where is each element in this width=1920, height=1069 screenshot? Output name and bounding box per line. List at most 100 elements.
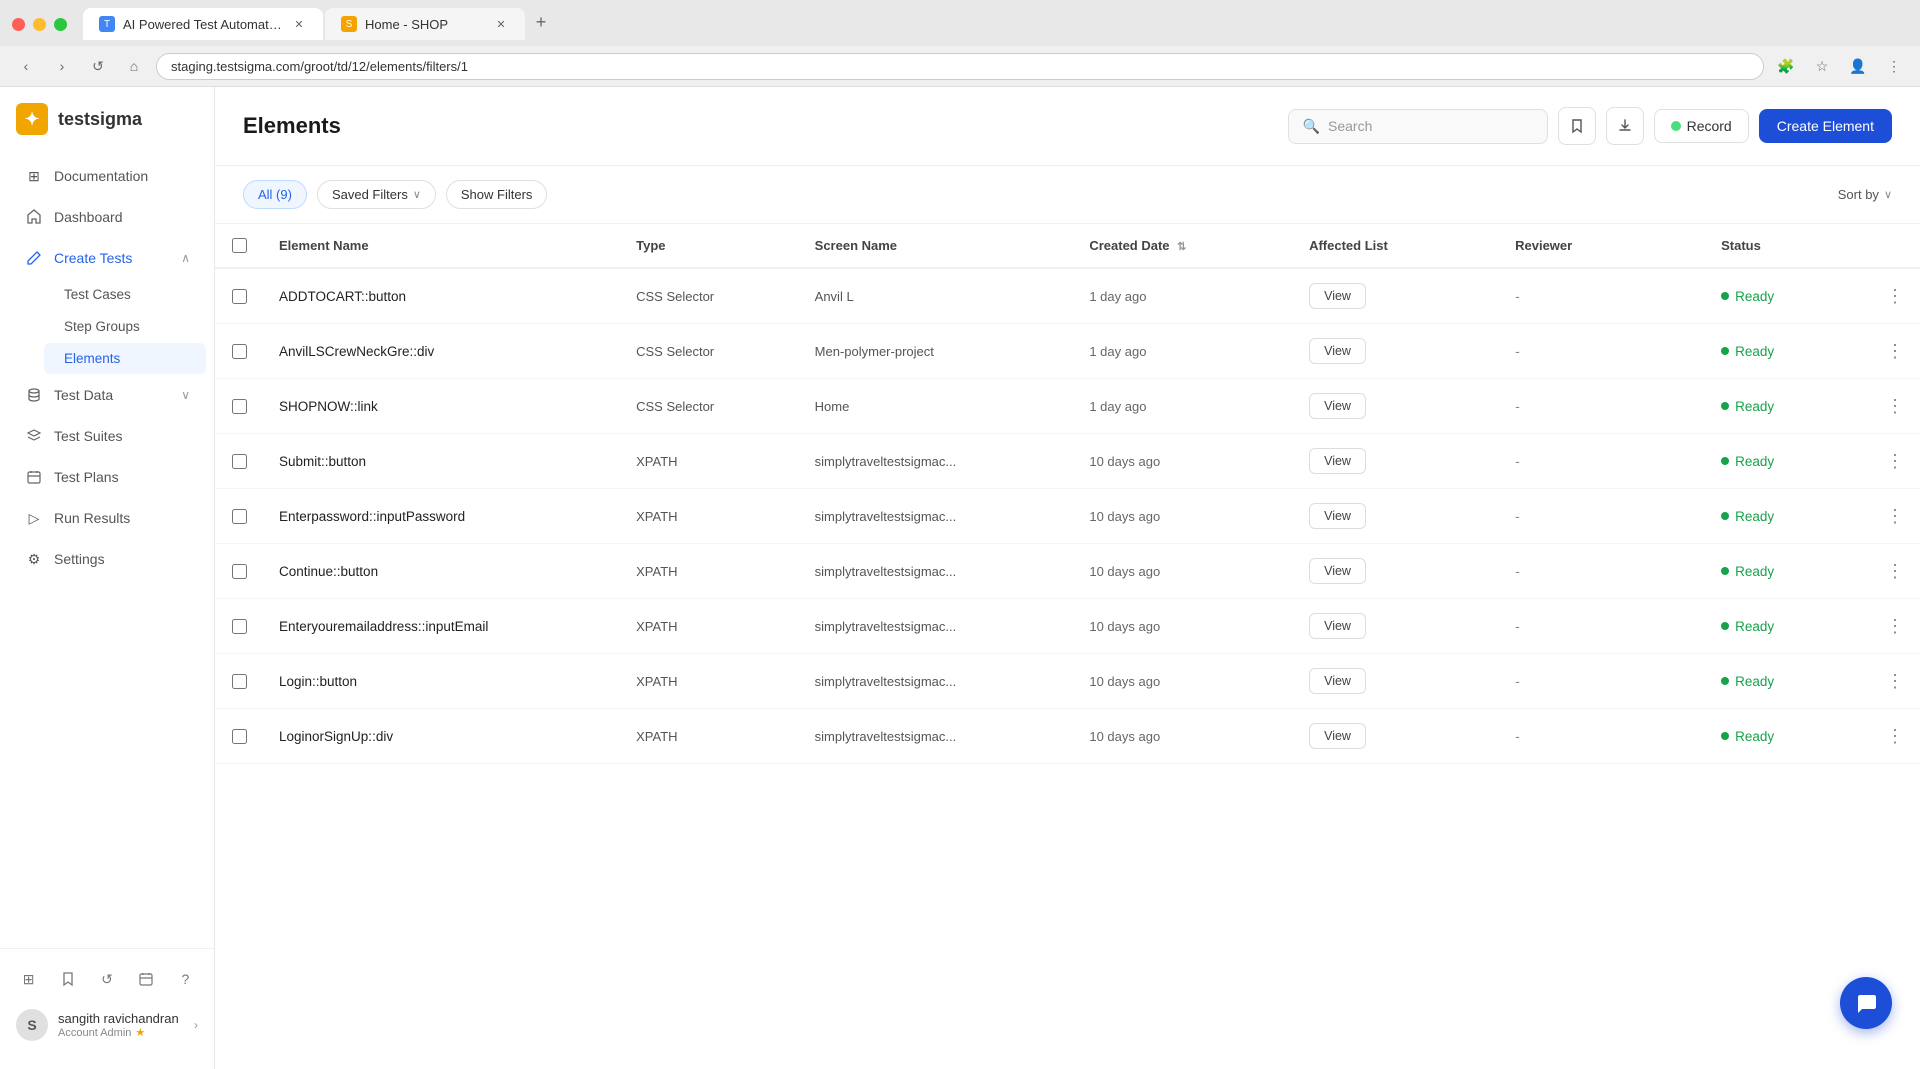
chat-fab-button[interactable] — [1840, 977, 1892, 1029]
sidebar-item-run-results[interactable]: ▷ Run Results — [8, 498, 206, 538]
row-checkbox-cell — [215, 324, 263, 379]
view-affected-button[interactable]: View — [1309, 668, 1366, 694]
row-checkbox-2[interactable] — [232, 399, 247, 414]
extensions-button[interactable]: 🧩 — [1772, 52, 1800, 80]
create-element-button[interactable]: Create Element — [1759, 109, 1892, 143]
row-element-name: LoginorSignUp::div — [263, 709, 620, 764]
reload-button[interactable]: ↺ — [84, 52, 112, 80]
row-type: XPATH — [620, 654, 799, 709]
refresh-footer-icon[interactable]: ↺ — [94, 965, 119, 993]
elements-table: Element Name Type Screen Name Created Da… — [215, 224, 1920, 764]
bookmark-button[interactable]: ☆ — [1808, 52, 1836, 80]
address-bar[interactable]: staging.testsigma.com/groot/td/12/elemen… — [156, 53, 1764, 80]
row-type: CSS Selector — [620, 268, 799, 324]
bookmark-header-button[interactable] — [1558, 107, 1596, 145]
row-screen: simplytraveltestsigmac... — [799, 434, 1074, 489]
row-checkbox-6[interactable] — [232, 619, 247, 634]
row-checkbox-1[interactable] — [232, 344, 247, 359]
sidebar-item-test-data[interactable]: Test Data ∨ — [8, 375, 206, 415]
row-checkbox-3[interactable] — [232, 454, 247, 469]
row-more-button[interactable]: ⋮ — [1886, 451, 1904, 472]
sort-by[interactable]: Sort by ∨ — [1838, 187, 1892, 202]
table-row: Enterpassword::inputPassword XPATH simpl… — [215, 489, 1920, 544]
select-all-checkbox[interactable] — [232, 238, 247, 253]
row-more-button[interactable]: ⋮ — [1886, 396, 1904, 417]
tab-close-1[interactable]: ✕ — [291, 16, 307, 32]
export-button[interactable] — [1606, 107, 1644, 145]
table-row: Enteryouremailaddress::inputEmail XPATH … — [215, 599, 1920, 654]
sidebar-item-test-plans[interactable]: Test Plans — [8, 457, 206, 497]
row-more-button[interactable]: ⋮ — [1886, 506, 1904, 527]
settings-icon: ⚙ — [24, 549, 44, 569]
row-checkbox-8[interactable] — [232, 729, 247, 744]
sidebar-sub-item-elements[interactable]: Elements — [44, 343, 206, 374]
sidebar-item-dashboard[interactable]: Dashboard — [8, 197, 206, 237]
row-status: Ready — [1705, 324, 1870, 379]
grid-icon: ⊞ — [24, 166, 44, 186]
row-actions-cell: ⋮ — [1870, 434, 1920, 489]
tab-close-2[interactable]: ✕ — [493, 16, 509, 32]
tab-active[interactable]: T AI Powered Test Automation P... ✕ — [83, 8, 323, 40]
sidebar-item-test-suites[interactable]: Test Suites — [8, 416, 206, 456]
logo-text: testsigma — [58, 109, 142, 130]
sidebar-sub-item-test-cases[interactable]: Test Cases — [44, 279, 206, 310]
row-checkbox-7[interactable] — [232, 674, 247, 689]
table-row: Continue::button XPATH simplytraveltests… — [215, 544, 1920, 599]
traffic-light-green[interactable] — [54, 18, 67, 31]
row-checkbox-5[interactable] — [232, 564, 247, 579]
view-affected-button[interactable]: View — [1309, 558, 1366, 584]
row-more-button[interactable]: ⋮ — [1886, 286, 1904, 307]
view-affected-button[interactable]: View — [1309, 393, 1366, 419]
sidebar-item-create-tests[interactable]: Create Tests ∧ — [8, 238, 206, 278]
traffic-light-red[interactable] — [12, 18, 25, 31]
sidebar-sub-item-step-groups[interactable]: Step Groups — [44, 311, 206, 342]
sidebar-item-dashboard-label: Dashboard — [54, 209, 190, 225]
calendar-footer-icon[interactable] — [134, 965, 159, 993]
row-checkbox-cell — [215, 544, 263, 599]
row-checkbox-0[interactable] — [232, 289, 247, 304]
tab-shop[interactable]: S Home - SHOP ✕ — [325, 8, 525, 40]
new-tab-button[interactable]: + — [527, 8, 555, 36]
tab-title-2: Home - SHOP — [365, 17, 485, 32]
filter-saved[interactable]: Saved Filters ∨ — [317, 180, 436, 209]
bookmark-footer-icon[interactable] — [55, 965, 80, 993]
logo-icon: ✦ — [16, 103, 48, 135]
row-more-button[interactable]: ⋮ — [1886, 671, 1904, 692]
view-affected-button[interactable]: View — [1309, 448, 1366, 474]
row-actions-cell: ⋮ — [1870, 324, 1920, 379]
back-button[interactable]: ‹ — [12, 52, 40, 80]
filter-show[interactable]: Show Filters — [446, 180, 548, 209]
user-name: sangith ravichandran — [58, 1011, 184, 1026]
home-button[interactable]: ⌂ — [120, 52, 148, 80]
play-icon: ▷ — [24, 508, 44, 528]
user-info[interactable]: S sangith ravichandran Account Admin ★ › — [16, 1009, 198, 1041]
main-content: Elements 🔍 Search Record Create Element — [215, 87, 1920, 1069]
menu-button[interactable]: ⋮ — [1880, 52, 1908, 80]
view-affected-button[interactable]: View — [1309, 283, 1366, 309]
elements-table-container: Element Name Type Screen Name Created Da… — [215, 224, 1920, 1069]
sidebar-item-documentation[interactable]: ⊞ Documentation — [8, 156, 206, 196]
row-more-button[interactable]: ⋮ — [1886, 726, 1904, 747]
profile-button[interactable]: 👤 — [1844, 52, 1872, 80]
row-element-name: Enteryouremailaddress::inputEmail — [263, 599, 620, 654]
filter-all[interactable]: All (9) — [243, 180, 307, 209]
search-bar[interactable]: 🔍 Search — [1288, 109, 1548, 144]
traffic-light-yellow[interactable] — [33, 18, 46, 31]
view-affected-button[interactable]: View — [1309, 338, 1366, 364]
help-icon[interactable]: ? — [173, 965, 198, 993]
row-more-button[interactable]: ⋮ — [1886, 561, 1904, 582]
table-body: ADDTOCART::button CSS Selector Anvil L 1… — [215, 268, 1920, 764]
row-affected: View — [1293, 379, 1499, 434]
row-more-button[interactable]: ⋮ — [1886, 341, 1904, 362]
view-affected-button[interactable]: View — [1309, 613, 1366, 639]
table-row: Login::button XPATH simplytraveltestsigm… — [215, 654, 1920, 709]
record-button[interactable]: Record — [1654, 109, 1749, 143]
view-affected-button[interactable]: View — [1309, 503, 1366, 529]
row-element-name: Enterpassword::inputPassword — [263, 489, 620, 544]
sidebar-item-settings[interactable]: ⚙ Settings — [8, 539, 206, 579]
forward-button[interactable]: › — [48, 52, 76, 80]
view-affected-button[interactable]: View — [1309, 723, 1366, 749]
row-more-button[interactable]: ⋮ — [1886, 616, 1904, 637]
grid-view-icon[interactable]: ⊞ — [16, 965, 41, 993]
row-checkbox-4[interactable] — [232, 509, 247, 524]
